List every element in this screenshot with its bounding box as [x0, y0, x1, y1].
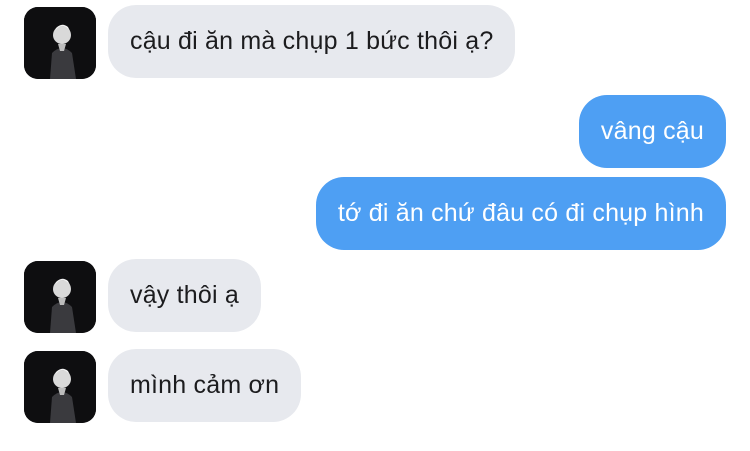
message-bubble-incoming[interactable]: mình cảm ơn — [108, 349, 302, 422]
contact-avatar-icon[interactable] — [24, 261, 96, 333]
message-bubble-incoming[interactable]: cậu đi ăn mà chụp 1 bức thôi ạ? — [108, 5, 516, 78]
contact-avatar-icon[interactable] — [24, 351, 96, 423]
message-text: vâng cậu — [600, 117, 704, 145]
message-text: mình cảm ơn — [130, 371, 280, 399]
contact-avatar-icon[interactable] — [24, 7, 96, 79]
message-bubble-outgoing[interactable]: vâng cậu — [578, 95, 726, 168]
message-text: tớ đi ăn chứ đâu có đi chụp hình — [337, 199, 704, 227]
message-bubble-outgoing[interactable]: tớ đi ăn chứ đâu có đi chụp hình — [315, 177, 726, 250]
message-bubble-incoming[interactable]: vậy thôi ạ — [108, 259, 262, 332]
message-text: cậu đi ăn mà chụp 1 bức thôi ạ? — [130, 27, 494, 55]
message-text: vậy thôi ạ — [130, 281, 240, 309]
message-thread: cậu đi ăn mà chụp 1 bức thôi ạ? vâng cậu… — [0, 0, 750, 451]
